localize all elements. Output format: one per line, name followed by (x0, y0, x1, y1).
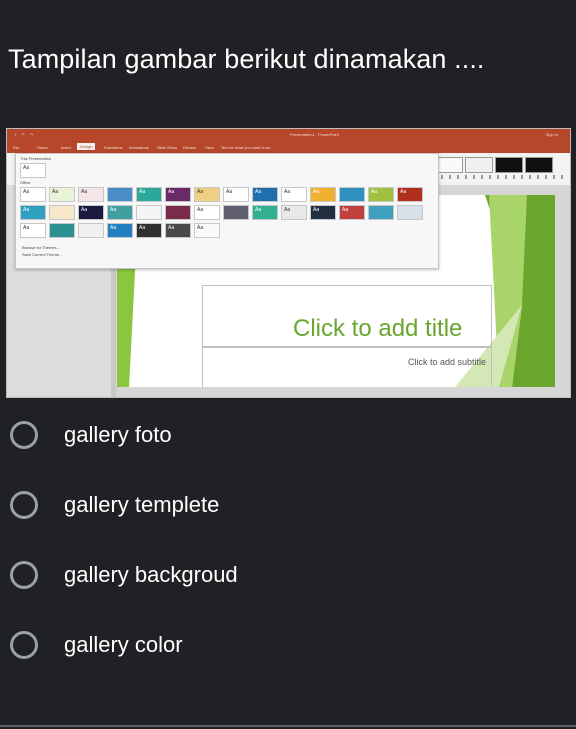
theme-tile (49, 223, 75, 238)
option-label: gallery color (64, 632, 183, 657)
theme-tile: Aa (281, 205, 307, 220)
theme-tile (49, 205, 75, 220)
theme-tile: Aa (194, 187, 220, 202)
theme-tile: Aa (20, 223, 46, 238)
variant-thumb (525, 157, 553, 173)
tab-animations: Animations (129, 145, 149, 150)
tab-transitions: Transitions (103, 145, 123, 150)
sign-in-link: Sign in (545, 132, 558, 137)
radio-button[interactable] (10, 421, 38, 449)
radio-button[interactable] (10, 491, 38, 519)
tell-me-box: Tell me what you want to do (221, 145, 271, 150)
theme-tile (223, 205, 249, 220)
tab-home: Home (37, 145, 48, 150)
option-gallery-foto[interactable]: gallery foto (0, 410, 576, 466)
theme-tile: Aa (281, 187, 307, 202)
theme-tile (165, 205, 191, 220)
subtitle-placeholder-box (202, 347, 492, 387)
option-gallery-backgroud[interactable]: gallery backgroud (0, 550, 576, 606)
theme-tile: Aa (252, 205, 278, 220)
theme-tile: Aa (223, 187, 249, 202)
option-label: gallery foto (64, 422, 172, 447)
save-theme-link: Save Current Theme... (22, 252, 63, 257)
theme-tile (107, 187, 133, 202)
theme-tile: Aa (107, 205, 133, 220)
tab-insert: Insert (61, 145, 72, 150)
option-label: gallery backgroud (64, 562, 238, 587)
tab-file: File (13, 145, 20, 150)
theme-tile: Aa (194, 223, 220, 238)
theme-tile: Aa (310, 205, 336, 220)
theme-tile: Aa (165, 187, 191, 202)
tab-slide-show: Slide Show (157, 145, 178, 150)
theme-tile (368, 205, 394, 220)
theme-tile: Aa (20, 187, 46, 202)
theme-tile: Aa (78, 205, 104, 220)
slide-subtitle-placeholder: Click to add subtitle (408, 357, 487, 367)
question-image: ▪ ↶ ↷ Presentation1 - PowerPoint Sign in… (6, 128, 571, 398)
theme-tile (397, 205, 423, 220)
theme-tile: Aa (20, 205, 46, 220)
divider (0, 725, 576, 727)
slide-editor: Click to add title Click to add subtitle… (7, 153, 570, 397)
quick-access-icons: ▪ ↶ ↷ (15, 132, 36, 137)
variant-thumb (465, 157, 493, 173)
theme-tile: Aa (49, 187, 75, 202)
theme-tile: Aa (194, 205, 220, 220)
theme-gallery-dropdown: This Presentation Aa Office Aa Aa Aa Aa … (15, 153, 439, 269)
this-presentation-label: This Presentation (20, 156, 52, 161)
app-titlebar: ▪ ↶ ↷ Presentation1 - PowerPoint Sign in (7, 129, 570, 141)
office-label: Office (20, 180, 31, 185)
option-gallery-templete[interactable]: gallery templete (0, 480, 576, 536)
variant-thumb (435, 157, 463, 173)
radio-button[interactable] (10, 631, 38, 659)
variant-thumb (495, 157, 523, 173)
option-label: gallery templete (64, 492, 220, 517)
color-swatch-row (433, 175, 565, 179)
theme-tile: Aa (136, 187, 162, 202)
theme-tile: Aa (310, 187, 336, 202)
theme-tile: Aa (107, 223, 133, 238)
theme-tile (136, 205, 162, 220)
radio-button[interactable] (10, 561, 38, 589)
app-title: Presentation1 - PowerPoint (290, 132, 339, 137)
theme-tile: Aa (339, 205, 365, 220)
theme-tile: Aa (20, 163, 46, 178)
theme-tile: Aa (78, 187, 104, 202)
tab-design: Design (77, 143, 96, 150)
slide-title-placeholder: Click to add title (293, 315, 463, 342)
theme-tile (78, 223, 104, 238)
tab-view: View (205, 145, 214, 150)
theme-tile: Aa (368, 187, 394, 202)
browse-themes-link: Browse for Themes... (22, 245, 60, 250)
theme-tile (339, 187, 365, 202)
theme-tile: Aa (136, 223, 162, 238)
theme-tile: Aa (252, 187, 278, 202)
question-text: Tampilan gambar berikut dinamakan .... (8, 44, 485, 74)
ribbon-tabs: File Home Insert Design Transitions Anim… (7, 141, 570, 153)
theme-tile: Aa (397, 187, 423, 202)
theme-tile: Aa (165, 223, 191, 238)
tab-review: Review (183, 145, 197, 150)
option-gallery-color[interactable]: gallery color (0, 620, 576, 676)
